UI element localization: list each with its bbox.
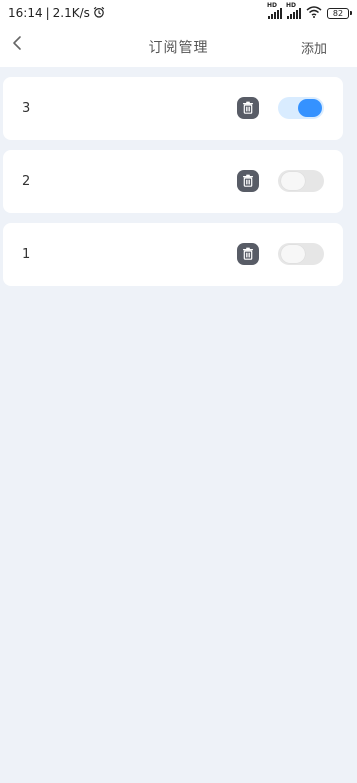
delete-button[interactable]	[237, 170, 259, 192]
trash-icon	[242, 99, 254, 118]
signal-strength-icon: HD	[267, 2, 282, 19]
page-title: 订阅管理	[148, 39, 209, 56]
enable-toggle[interactable]	[278, 97, 324, 119]
enable-toggle[interactable]	[278, 170, 324, 192]
trash-icon	[242, 172, 254, 191]
subscription-label: 2	[22, 174, 31, 189]
network-speed: 2.1K/s	[52, 6, 90, 20]
signal-1-label: HD	[267, 1, 278, 9]
back-button[interactable]	[6, 34, 28, 56]
nav-bar: 订阅管理 添加	[0, 26, 357, 67]
status-left: 16:14 | 2.1K/s	[8, 6, 105, 21]
subscription-list: 3 2 1	[3, 77, 343, 296]
signal-strength-icon: HD	[286, 2, 301, 19]
delete-button[interactable]	[237, 243, 259, 265]
toggle-knob	[281, 172, 305, 190]
delete-button[interactable]	[237, 97, 259, 119]
enable-toggle[interactable]	[278, 243, 324, 265]
alarm-clock-icon	[93, 6, 105, 21]
status-right: HD HD 82	[267, 2, 352, 21]
signal-2-label: HD	[286, 1, 297, 9]
toggle-knob	[281, 245, 305, 263]
chevron-left-icon	[11, 35, 23, 55]
battery-level: 82	[332, 8, 344, 18]
add-button[interactable]: 添加	[301, 38, 327, 57]
status-time: 16:14	[8, 6, 43, 20]
subscription-item: 1	[3, 223, 343, 286]
battery-icon: 82	[327, 7, 352, 19]
subscription-label: 1	[22, 247, 31, 262]
subscription-item: 3	[3, 77, 343, 140]
subscription-item: 2	[3, 150, 343, 213]
status-separator: |	[45, 6, 50, 20]
subscription-label: 3	[22, 101, 31, 116]
status-bar: 16:14 | 2.1K/s HD HD 82	[0, 0, 357, 26]
wifi-icon	[306, 5, 322, 21]
trash-icon	[242, 245, 254, 264]
toggle-knob	[298, 99, 322, 117]
